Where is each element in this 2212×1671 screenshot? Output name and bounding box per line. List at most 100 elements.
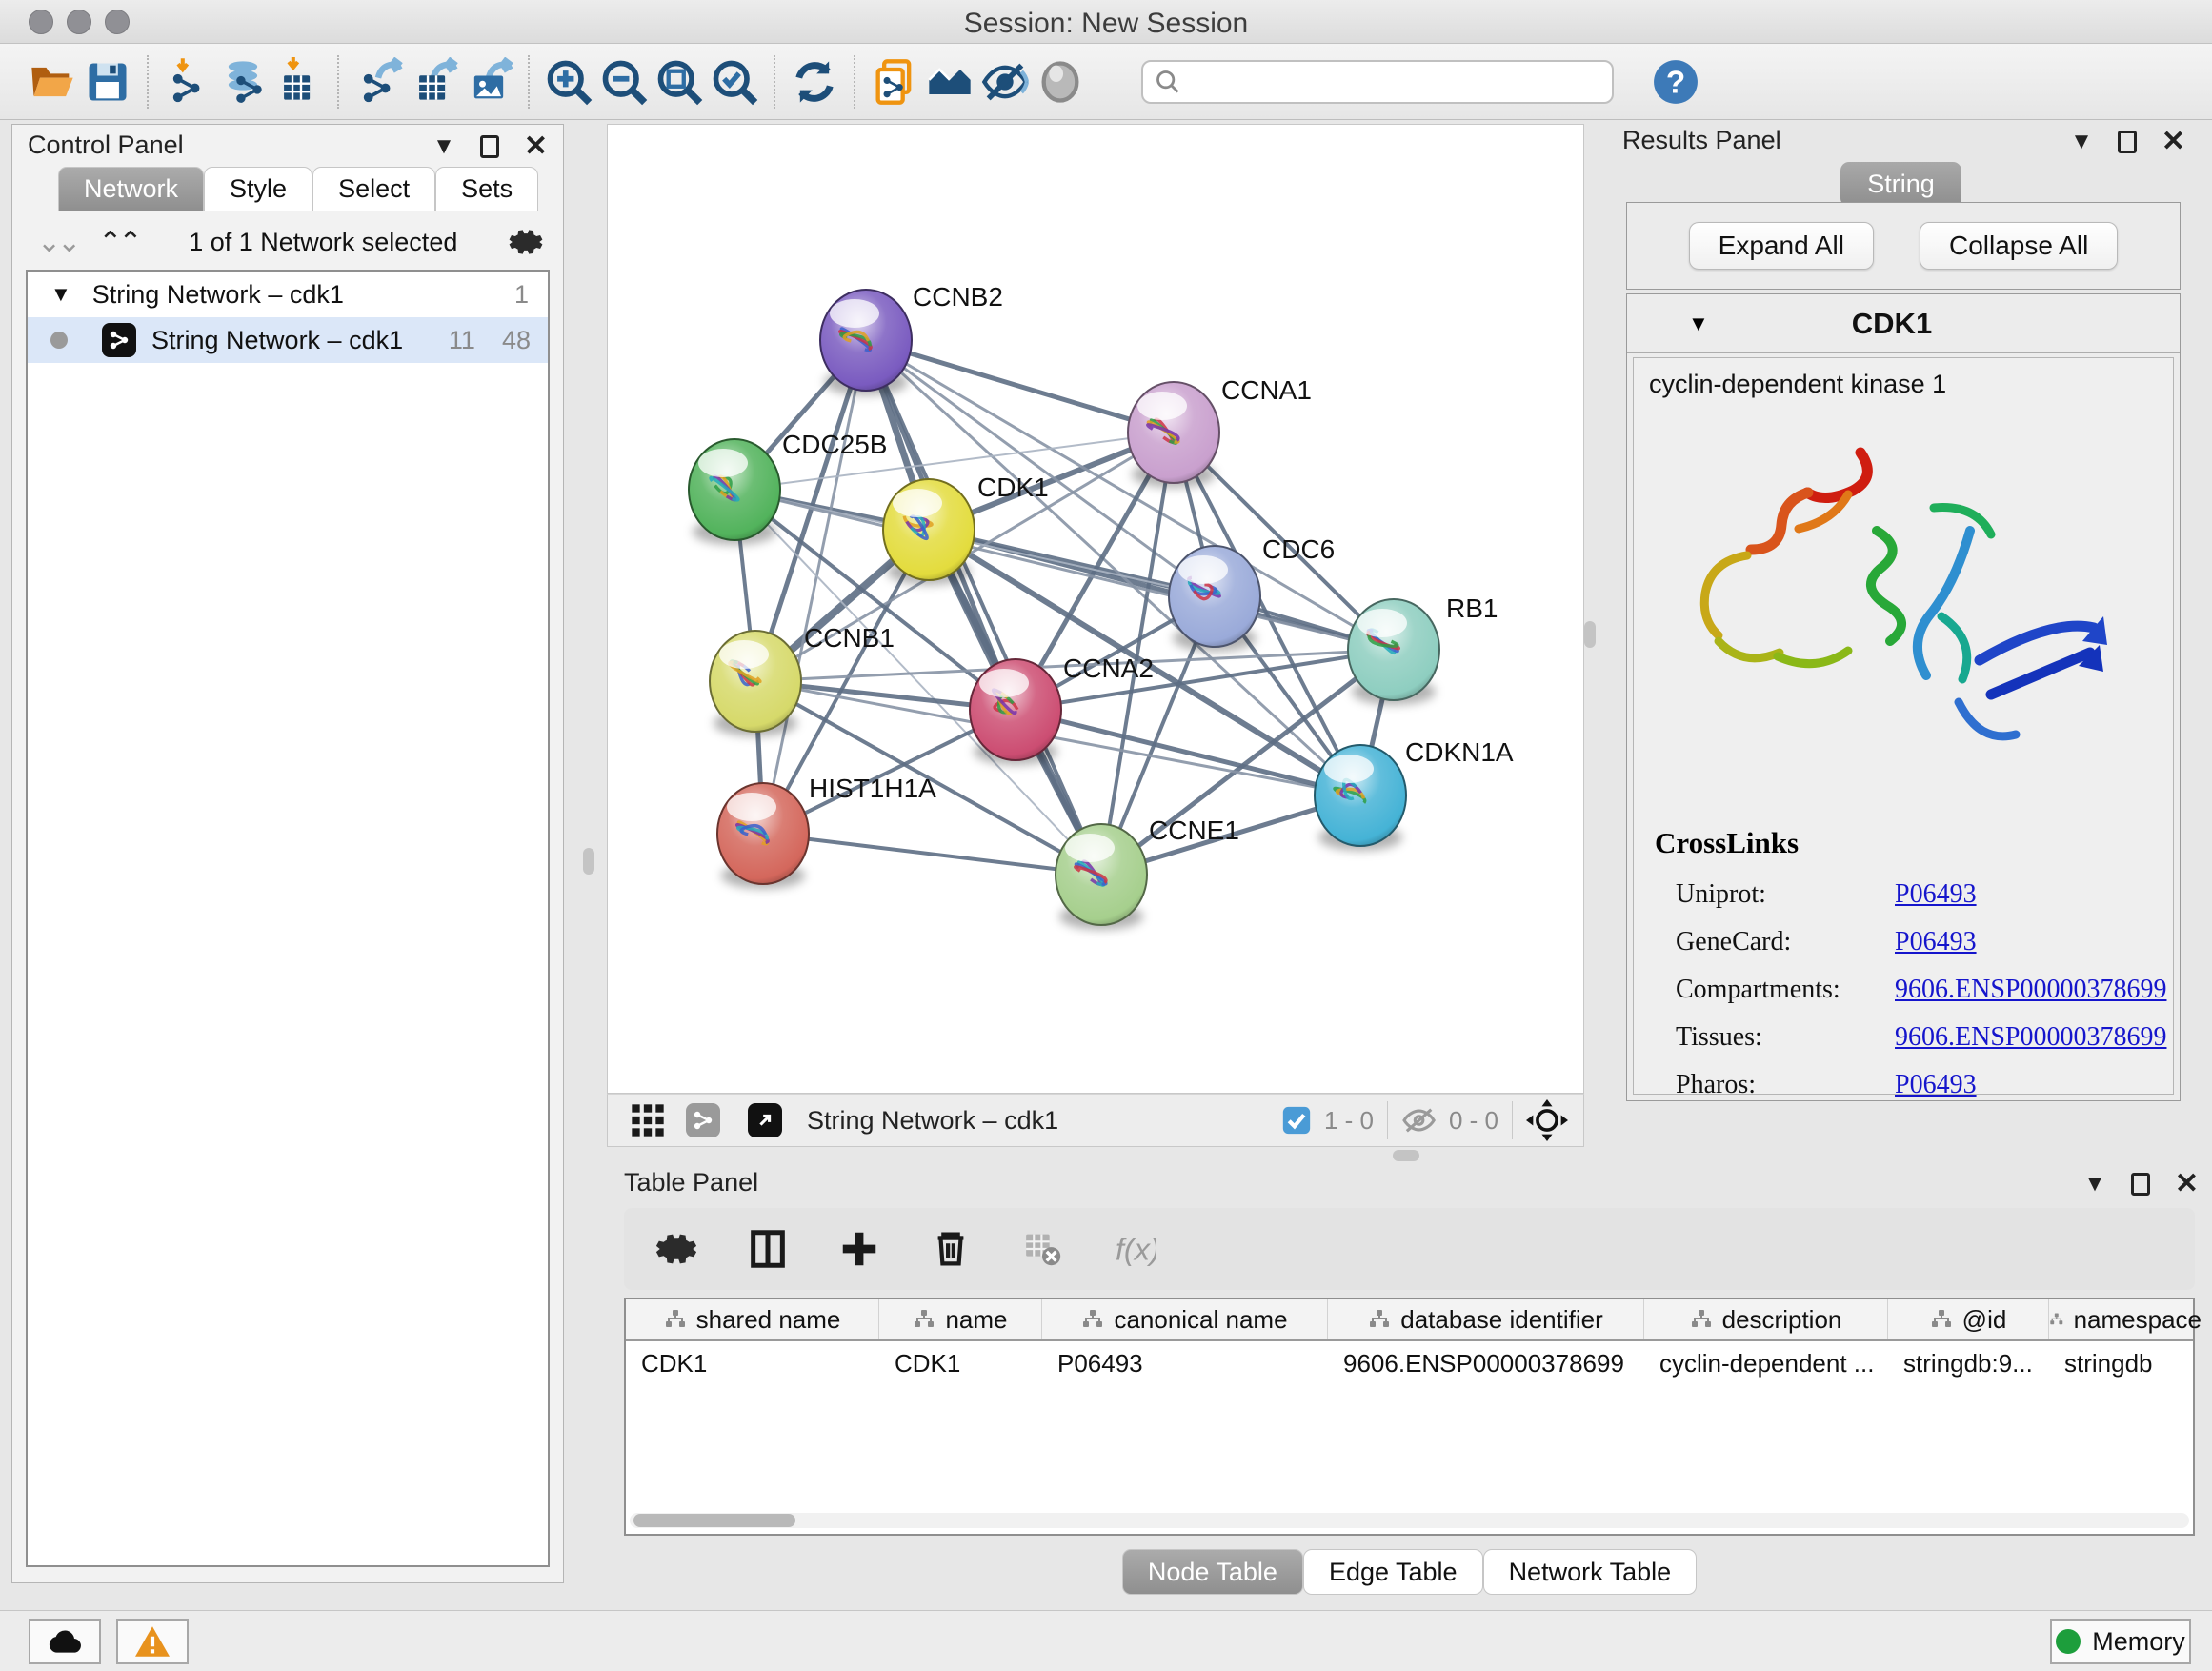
tab-sets[interactable]: Sets — [435, 167, 538, 211]
zoom-selected-icon[interactable] — [707, 54, 762, 110]
close-panel-icon[interactable]: ✕ — [2162, 128, 2185, 156]
help-icon[interactable]: ? — [1648, 54, 1703, 110]
column-header-name[interactable]: name — [879, 1299, 1042, 1339]
edge-HIST1H1A-CCNE1[interactable] — [763, 834, 1101, 875]
cell-@id[interactable]: stringdb:9... — [1888, 1341, 2049, 1385]
vertical-splitter-handle[interactable] — [1584, 621, 1596, 648]
network-row[interactable]: String Network – cdk1 11 48 — [28, 317, 548, 363]
node-CDC25B[interactable] — [689, 439, 780, 545]
selected-nodes-checkbox-icon[interactable] — [1280, 1104, 1313, 1137]
expand-all-icon[interactable]: ⌃⌃ — [98, 226, 138, 259]
horizontal-scrollbar[interactable] — [630, 1513, 2189, 1528]
network-options-gear-icon[interactable] — [508, 224, 544, 260]
column-header-description[interactable]: description — [1644, 1299, 1888, 1339]
first-neighbors-icon[interactable] — [922, 54, 977, 110]
gene-header-row[interactable]: ▼ CDK1 — [1627, 294, 2180, 353]
tab-edge-table[interactable]: Edge Table — [1303, 1549, 1483, 1595]
edge-CCNB2-CCNA1[interactable] — [866, 340, 1174, 433]
column-header-canonical-name[interactable]: canonical name — [1042, 1299, 1328, 1339]
network-collection-row[interactable]: ▼ String Network – cdk1 1 — [28, 272, 548, 317]
zoom-out-icon[interactable] — [596, 54, 652, 110]
export-network-icon[interactable] — [351, 54, 406, 110]
zoom-in-icon[interactable] — [541, 54, 596, 110]
node-CCNE1[interactable] — [1056, 824, 1147, 930]
zoom-fit-icon[interactable] — [652, 54, 707, 110]
import-network-icon[interactable] — [160, 54, 215, 110]
network-from-selection-icon[interactable] — [867, 54, 922, 110]
delete-column-icon[interactable] — [923, 1221, 978, 1277]
float-panel-icon[interactable] — [2131, 1173, 2150, 1196]
add-column-icon[interactable] — [832, 1221, 887, 1277]
table-row[interactable]: CDK1CDK1P064939606.ENSP00000378699cyclin… — [626, 1341, 2193, 1385]
collapse-panel-icon[interactable]: ▼ — [432, 135, 455, 158]
float-panel-icon[interactable] — [480, 135, 499, 158]
warning-button[interactable] — [116, 1619, 189, 1664]
scrollbar-thumb[interactable] — [633, 1514, 795, 1527]
tab-style[interactable]: Style — [204, 167, 312, 211]
crosslink-link[interactable]: P06493 — [1895, 927, 1977, 957]
cell-description[interactable]: cyclin-dependent ... — [1644, 1341, 1888, 1385]
function-icon[interactable]: f(x) — [1106, 1221, 1161, 1277]
collapse-all-icon[interactable]: ⌄⌄ — [37, 226, 77, 259]
tree-expand-icon[interactable]: ▼ — [50, 282, 71, 307]
node-CDKN1A[interactable] — [1315, 745, 1406, 851]
open-in-window-icon[interactable] — [748, 1103, 782, 1137]
search-input[interactable] — [1181, 67, 1600, 96]
close-panel-icon[interactable]: ✕ — [2175, 1170, 2199, 1198]
show-all-icon[interactable] — [1033, 54, 1088, 110]
node-CDC6[interactable] — [1169, 546, 1260, 652]
column-header-database-identifier[interactable]: database identifier — [1328, 1299, 1644, 1339]
node-CCNA1[interactable] — [1128, 382, 1219, 488]
tab-string[interactable]: String — [1840, 162, 1961, 207]
edge-CCNB2-HIST1H1A[interactable] — [763, 340, 866, 834]
node-RB1[interactable] — [1348, 599, 1439, 705]
node-HIST1H1A[interactable] — [717, 783, 809, 889]
column-header-shared-name[interactable]: shared name — [626, 1299, 879, 1339]
columns-icon[interactable] — [740, 1221, 795, 1277]
collapse-panel-icon[interactable]: ▼ — [2070, 131, 2093, 153]
gear-icon[interactable] — [649, 1221, 704, 1277]
tab-network[interactable]: Network — [58, 167, 204, 211]
node-CDK1[interactable] — [883, 479, 975, 585]
export-table-icon[interactable] — [406, 54, 461, 110]
cell-namespace[interactable]: stringdb — [2049, 1341, 2202, 1385]
gene-collapse-icon[interactable]: ▼ — [1688, 312, 1709, 336]
column-header-@id[interactable]: @id — [1888, 1299, 2049, 1339]
expand-all-button[interactable]: Expand All — [1689, 222, 1874, 270]
cell-canonical-name[interactable]: P06493 — [1042, 1341, 1328, 1385]
node-CCNA2[interactable] — [970, 659, 1061, 765]
fit-selected-crosshair-icon[interactable] — [1526, 1099, 1568, 1141]
string-network-badge-icon[interactable] — [686, 1103, 720, 1137]
memory-button[interactable]: Memory — [2050, 1619, 2191, 1664]
cloud-button[interactable] — [29, 1619, 101, 1664]
network-view-canvas[interactable]: CCNB2CCNA1CDC25BCDK1CDC6RB1CCNB1CCNA2CDK… — [607, 124, 1584, 1094]
cell-database-identifier[interactable]: 9606.ENSP00000378699 — [1328, 1341, 1644, 1385]
horizontal-splitter-handle[interactable] — [1393, 1150, 1419, 1161]
crosslink-link[interactable]: 9606.ENSP00000378699 — [1895, 1022, 2166, 1053]
crosslink-link[interactable]: 9606.ENSP00000378699 — [1895, 975, 2166, 1005]
tab-node-table[interactable]: Node Table — [1122, 1549, 1303, 1595]
column-header-namespace[interactable]: namespace — [2049, 1299, 2202, 1339]
node-CCNB1[interactable] — [710, 631, 801, 736]
collapse-all-button[interactable]: Collapse All — [1920, 222, 2118, 270]
vertical-splitter-handle[interactable] — [583, 848, 594, 875]
crosslink-link[interactable]: P06493 — [1895, 879, 1977, 910]
save-session-icon[interactable] — [80, 54, 135, 110]
close-panel-icon[interactable]: ✕ — [524, 132, 548, 161]
cell-shared-name[interactable]: CDK1 — [626, 1341, 879, 1385]
export-image-icon[interactable] — [461, 54, 516, 110]
refresh-icon[interactable] — [787, 54, 842, 110]
birds-eye-view-icon[interactable] — [629, 1101, 667, 1139]
import-table-icon[interactable] — [271, 54, 326, 110]
crosslink-link[interactable]: P06493 — [1895, 1070, 1977, 1100]
float-panel-icon[interactable] — [2118, 131, 2137, 153]
tab-network-table[interactable]: Network Table — [1483, 1549, 1698, 1595]
tab-select[interactable]: Select — [312, 167, 435, 211]
cell-name[interactable]: CDK1 — [879, 1341, 1042, 1385]
node-CCNB2[interactable] — [820, 290, 912, 395]
delete-table-icon[interactable] — [1015, 1221, 1070, 1277]
collapse-panel-icon[interactable]: ▼ — [2083, 1173, 2106, 1196]
import-database-icon[interactable] — [215, 54, 271, 110]
open-file-icon[interactable] — [25, 54, 80, 110]
hide-selected-icon[interactable] — [977, 54, 1033, 110]
